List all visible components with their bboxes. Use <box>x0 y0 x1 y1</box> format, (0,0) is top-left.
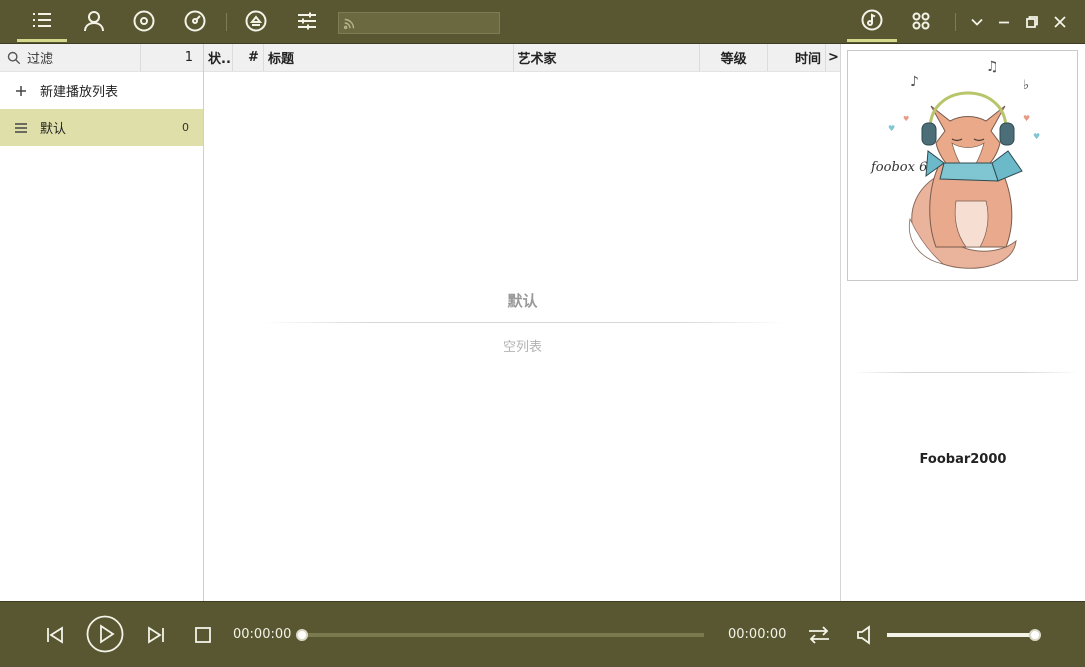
sidebar-item-default[interactable]: 默认 0 <box>0 109 203 146</box>
play-icon <box>86 615 124 653</box>
new-playlist-button[interactable]: 新建播放列表 <box>0 72 203 109</box>
restore-icon <box>1026 16 1038 28</box>
column-artist[interactable]: 艺术家 <box>514 44 701 71</box>
toolbar-separator <box>226 13 227 31</box>
equalizer-button[interactable] <box>282 0 332 42</box>
list-icon <box>14 121 34 135</box>
seek-handle[interactable] <box>296 629 308 641</box>
artist-view-button[interactable] <box>69 0 119 42</box>
playlist-view-button[interactable] <box>17 0 67 42</box>
search-icon <box>7 51 21 64</box>
track-title: Foobar2000 <box>919 452 1007 467</box>
playback-bar: 00:00:00 00:00:00 <box>0 601 1085 667</box>
genre-view-button[interactable] <box>170 0 220 42</box>
minimize-button[interactable] <box>992 10 1016 34</box>
filter-label: 过滤 <box>27 52 54 67</box>
playlist-header: 状... # 标题 艺术家 等级 时间 > <box>204 44 840 72</box>
rss-icon <box>343 18 355 30</box>
chevron-down-icon <box>971 18 983 26</box>
seek-bar[interactable] <box>296 629 704 641</box>
playlist-sidebar: 过滤 1 新建播放列表 默认 0 <box>0 44 204 601</box>
stop-icon <box>195 627 211 643</box>
fox-headphones-illustration: ♪ ♫ ♭ ♥ ♥ ♥ ♥ foobox 6 <box>870 59 1040 269</box>
playlist-view: 状... # 标题 艺术家 等级 时间 > 默认 空列表 <box>204 44 841 601</box>
filter-button[interactable]: 过滤 <box>0 44 141 71</box>
next-track-button[interactable] <box>143 621 169 649</box>
album-view-button[interactable] <box>119 0 169 42</box>
column-duration[interactable]: 时间 <box>768 44 827 71</box>
note-glyph: ♭ <box>1023 78 1029 93</box>
column-rating[interactable]: 等级 <box>700 44 769 71</box>
skip-forward-icon <box>148 626 164 644</box>
genre-icon <box>184 10 206 32</box>
cover-caption: foobox 6 <box>870 160 927 175</box>
elapsed-time: 00:00:00 <box>233 627 292 642</box>
equalizer-icon <box>298 12 316 30</box>
close-button[interactable] <box>1048 10 1072 34</box>
note-glyph: ♪ <box>910 74 919 90</box>
column-number[interactable]: # <box>233 44 264 71</box>
divider <box>851 372 1079 373</box>
divider <box>264 322 784 323</box>
speaker-icon <box>857 625 870 645</box>
previous-track-button[interactable] <box>42 621 68 649</box>
album-cover: ♪ ♫ ♭ ♥ ♥ ♥ ♥ foobox 6 <box>847 50 1078 281</box>
search-input[interactable] <box>338 12 500 34</box>
heart-glyph: ♥ <box>888 124 895 133</box>
sidebar-item-label: 默认 <box>40 122 67 137</box>
restore-button[interactable] <box>1020 10 1044 34</box>
artist-icon <box>84 11 104 32</box>
volume-handle[interactable] <box>1029 629 1041 641</box>
total-time: 00:00:00 <box>728 627 787 642</box>
plus-icon <box>14 84 34 98</box>
repeat-icon <box>809 626 829 644</box>
playlist-icon <box>33 12 51 27</box>
volume-slider[interactable] <box>887 629 1041 641</box>
note-glyph: ♫ <box>986 59 999 75</box>
empty-playlist-message: 空列表 <box>502 340 542 355</box>
filter-row: 过滤 1 <box>0 44 203 72</box>
column-more-button[interactable]: > <box>826 44 840 71</box>
eject-button[interactable] <box>231 0 281 42</box>
heart-glyph: ♥ <box>903 115 909 123</box>
toolbar-separator <box>955 13 956 31</box>
music-note-icon <box>861 9 883 30</box>
column-title[interactable]: 标题 <box>264 44 514 71</box>
minimize-icon <box>999 21 1009 24</box>
filter-count: 1 <box>184 50 193 65</box>
column-status[interactable]: 状... <box>204 44 233 71</box>
empty-playlist-title: 默认 <box>507 292 538 310</box>
eject-icon <box>245 10 267 32</box>
play-button[interactable] <box>86 615 124 653</box>
stop-button[interactable] <box>190 622 216 648</box>
now-playing-view-button[interactable] <box>847 0 897 42</box>
heart-glyph: ♥ <box>1033 132 1040 141</box>
volume-fill <box>887 633 1035 637</box>
menu-dropdown-button[interactable] <box>965 10 989 34</box>
top-toolbar <box>0 0 1085 44</box>
now-playing-panel: ♪ ♫ ♭ ♥ ♥ ♥ ♥ foobox 6 Foobar2000 <box>841 44 1085 601</box>
repeat-mode-button[interactable] <box>805 622 833 648</box>
heart-glyph: ♥ <box>1023 114 1030 123</box>
sidebar-item-count: 0 <box>182 121 189 134</box>
new-playlist-label: 新建播放列表 <box>40 85 119 100</box>
apps-view-button[interactable] <box>896 0 946 42</box>
mute-button[interactable] <box>853 622 877 648</box>
album-icon <box>133 10 155 32</box>
skip-back-icon <box>47 626 63 644</box>
apps-icon <box>912 12 930 30</box>
close-icon <box>1054 16 1066 28</box>
